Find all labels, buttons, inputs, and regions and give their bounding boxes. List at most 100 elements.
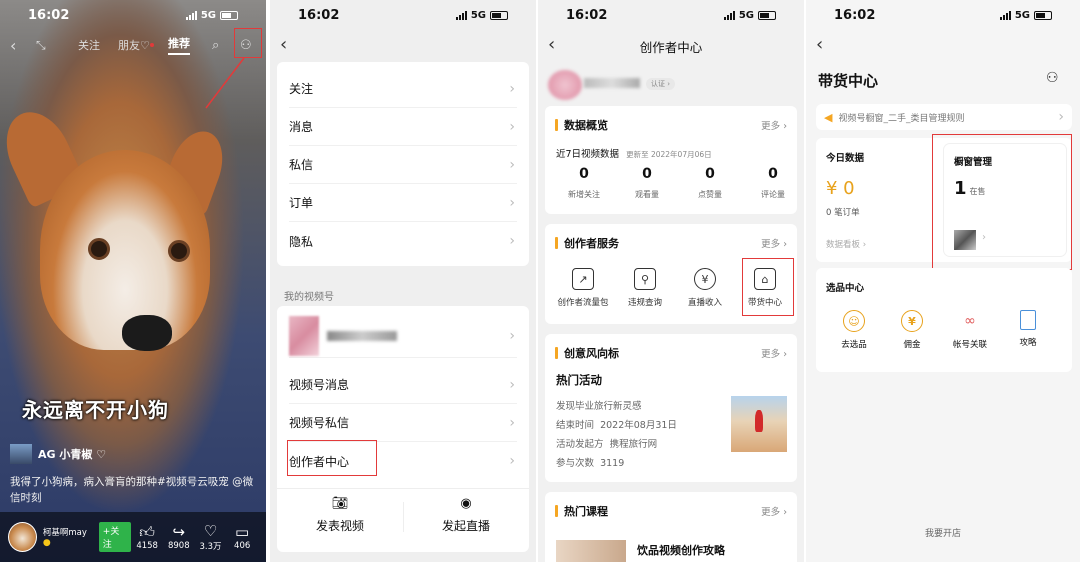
data-board-link[interactable]: 数据看板 ›	[826, 238, 866, 250]
chevron-right-icon: ›	[509, 233, 515, 249]
heart-icon: ♡	[203, 522, 218, 540]
chevron-right-icon: ›	[509, 327, 515, 344]
stat-label: 新增关注	[568, 190, 600, 199]
account-link-button[interactable]: ∞ 帐号关联	[948, 310, 992, 350]
author-name: AG 小青椒 ♡	[38, 448, 107, 461]
today-title: 今日数据	[826, 153, 865, 164]
tab-recommend[interactable]: 推荐	[168, 35, 190, 55]
feed-top-nav: ‹ ⤡ 关注 朋友♡ 推荐 ⌕ ⚇	[0, 32, 266, 58]
avatar[interactable]	[8, 522, 37, 552]
tab-friends[interactable]: 朋友♡	[118, 37, 150, 53]
video-bottom-bar: 柯基啊may ● +关注 👍︎ 4158 ↪ 8908 ♡ 3.3万 ▭ 406	[0, 512, 266, 562]
heart-count: 3.3万	[199, 542, 222, 552]
network-label: 5G	[738, 9, 754, 21]
menu-label: 消息	[289, 120, 314, 134]
menu-label: 隐私	[289, 234, 314, 249]
chevron-right-icon: ›	[509, 376, 515, 393]
back-icon[interactable]: ‹	[280, 34, 287, 55]
heart-stat[interactable]: ♡ 3.3万	[195, 522, 227, 552]
menu-item-channel-dm[interactable]: 视频号私信 ›	[289, 404, 517, 442]
selection-label: 佣金	[903, 340, 921, 350]
back-icon[interactable]: ‹	[816, 34, 823, 55]
open-shop-link[interactable]: 我要开店	[806, 526, 1080, 539]
dog-nose	[122, 315, 172, 351]
status-time: 16:02	[298, 7, 340, 23]
menu-item-channel-messages[interactable]: 视频号消息 ›	[289, 366, 517, 404]
trends-card: 创意风向标 更多 › 热门活动 发现毕业旅行新灵感 结束时间 2022年08月3…	[545, 334, 797, 482]
overview-subtitle: 近7日视频数据 更新至 2022年07月06日	[556, 146, 712, 160]
post-video-button[interactable]: 📷︎ 发表视频	[277, 496, 403, 544]
service-traffic-pack[interactable]: ↗ 创作者流量包	[553, 268, 613, 308]
status-time: 16:02	[28, 7, 70, 23]
battery-icon	[1034, 10, 1052, 20]
start-live-button[interactable]: ◉ 发起直播	[403, 496, 529, 544]
like-stat[interactable]: 👍︎ 4158	[131, 523, 163, 551]
menu-item-messages[interactable]: 消息 ›	[289, 108, 517, 146]
section-label: 我的视频号	[284, 292, 334, 303]
more-label: 更多	[761, 507, 781, 518]
notification-dot	[150, 43, 154, 47]
service-label: 创作者流量包	[557, 298, 609, 308]
activity-end: 结束时间 2022年08月31日	[556, 417, 677, 431]
activity-thumbnail[interactable]	[731, 396, 787, 452]
status-bar: 16:02 5G	[270, 0, 536, 30]
course-thumbnail[interactable]	[556, 540, 626, 562]
org-label: 活动发起方	[556, 439, 604, 450]
notice-bar[interactable]: ◀ 视频号橱窗_二手_类目管理规则 ›	[816, 104, 1072, 130]
commission-button[interactable]: ¥ 佣金	[890, 310, 934, 350]
camera-icon: 📷︎	[331, 496, 349, 511]
tab-follow[interactable]: 关注	[78, 37, 100, 53]
course-title[interactable]: 饮品视频创作攻略	[637, 542, 725, 558]
stat-label: 点赞量	[698, 190, 722, 199]
selection-label: 帐号关联	[952, 340, 987, 350]
channel-profile-row[interactable]: ›	[289, 314, 517, 358]
org-name: 携程旅行网	[609, 439, 658, 450]
page-title: 创作者中心	[639, 40, 703, 55]
channel-card: › 视频号消息 › 视频号私信 › 创作者中心 › 📷︎ 发表视频 ◉ 发起直播	[277, 306, 529, 552]
start-live-label: 发起直播	[441, 519, 490, 533]
share-stat[interactable]: ↪ 8908	[163, 523, 195, 551]
activity-organizer: 活动发起方 携程旅行网	[556, 436, 657, 450]
courses-more-link[interactable]: 更多 ›	[761, 504, 787, 518]
signal-icon	[723, 10, 735, 20]
menu-item-privacy[interactable]: 隐私 ›	[289, 222, 517, 260]
comment-stat[interactable]: ▭ 406	[226, 523, 258, 551]
page-title: 带货中心	[818, 72, 879, 90]
menu-item-dm[interactable]: 私信 ›	[289, 146, 517, 184]
service-violation-check[interactable]: ⚲ 违规查询	[615, 268, 675, 308]
video-author[interactable]: AG 小青椒 ♡	[10, 444, 106, 464]
dog-eye-left	[88, 238, 110, 260]
highlight-showcase	[932, 134, 1072, 270]
video-feed-screen: 16:02 5G ‹ ⤡ 关注 朋友♡ 推荐 ⌕ ⚇ 永远离不开小狗 AG 小青…	[0, 0, 266, 562]
overview-more-link[interactable]: 更多 ›	[761, 118, 787, 132]
pick-products-button[interactable]: ☺ 去选品	[832, 310, 876, 350]
user-icon[interactable]: ⚇	[1046, 70, 1059, 86]
guide-button[interactable]: 攻略	[1006, 310, 1050, 348]
verify-badge[interactable]: 认证 ›	[646, 78, 676, 90]
status-time: 16:02	[566, 7, 608, 23]
highlight-sales-center	[742, 258, 794, 316]
uploader-info: 柯基啊may ●	[43, 526, 93, 548]
menu-item-follow[interactable]: 关注 ›	[289, 70, 517, 108]
service-live-income[interactable]: ¥ 直播收入	[675, 268, 735, 308]
search-icon[interactable]: ⌕	[212, 38, 219, 53]
menu-label: 关注	[289, 82, 314, 96]
overview-period: 近7日视频数据	[556, 149, 620, 160]
minimize-icon[interactable]: ⤡	[36, 38, 46, 53]
trends-title: 创意风向标	[555, 345, 619, 361]
services-more-link[interactable]: 更多 ›	[761, 236, 787, 250]
overview-updated: 更新至 2022年07月06日	[626, 150, 712, 159]
menu-item-orders[interactable]: 订单 ›	[289, 184, 517, 222]
notice-text: 视频号橱窗_二手_类目管理规则	[838, 113, 965, 124]
signal-icon	[455, 10, 467, 20]
back-icon[interactable]: ‹	[10, 36, 16, 55]
trends-more-link[interactable]: 更多 ›	[761, 346, 787, 360]
activity-name: 发现毕业旅行新灵感	[556, 401, 642, 412]
highlight-creator-center	[287, 440, 377, 476]
avatar[interactable]	[548, 70, 582, 100]
battery-icon	[758, 10, 776, 20]
end-label: 结束时间	[556, 420, 595, 431]
share-count: 8908	[167, 541, 190, 551]
signal-icon	[185, 10, 197, 20]
follow-button[interactable]: +关注	[98, 522, 132, 552]
